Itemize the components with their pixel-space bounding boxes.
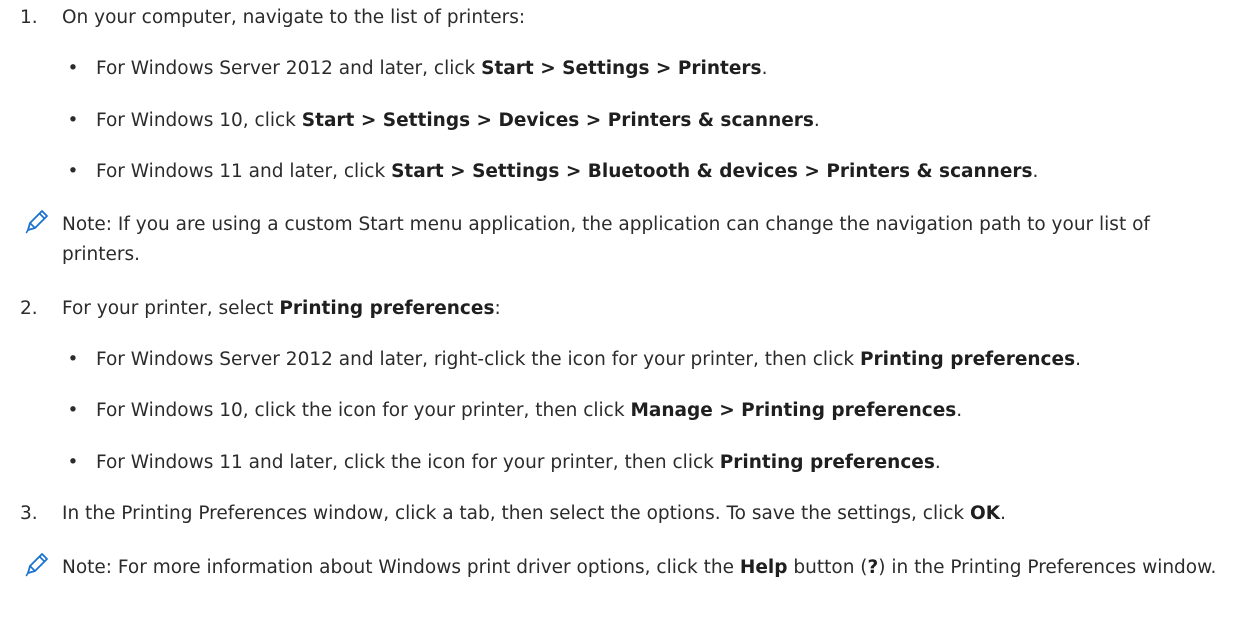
bullet-icon: • — [67, 58, 79, 79]
note-text: Note: If you are using a custom Start me… — [62, 214, 1150, 265]
document-page: 1. On your computer, navigate to the lis… — [0, 0, 1243, 619]
step-number: 1. — [20, 7, 38, 28]
bullet-icon: • — [67, 161, 79, 182]
bullet-icon: • — [67, 110, 79, 131]
pencil-icon — [24, 551, 50, 577]
bullet-icon: • — [67, 452, 79, 473]
list-item-text: For Windows 11 and later, click Start > … — [96, 161, 1039, 182]
pencil-icon — [24, 208, 50, 234]
note-text: Note: For more information about Windows… — [62, 557, 1217, 578]
step-text: On your computer, navigate to the list o… — [62, 7, 526, 28]
step-number: 3. — [20, 503, 38, 524]
step-number: 2. — [20, 298, 38, 319]
list-item-text: For Windows 11 and later, click the icon… — [96, 452, 941, 473]
step-text: In the Printing Preferences window, clic… — [62, 503, 1006, 524]
list-item-text: For Windows 10, click the icon for your … — [96, 400, 963, 421]
bullet-icon: • — [67, 400, 79, 421]
bullet-icon: • — [67, 349, 79, 370]
step-text: For your printer, select Printing prefer… — [62, 298, 501, 319]
list-item-text: For Windows Server 2012 and later, right… — [96, 349, 1081, 370]
list-item-text: For Windows Server 2012 and later, click… — [96, 58, 768, 79]
list-item-text: For Windows 10, click Start > Settings >… — [96, 110, 820, 131]
